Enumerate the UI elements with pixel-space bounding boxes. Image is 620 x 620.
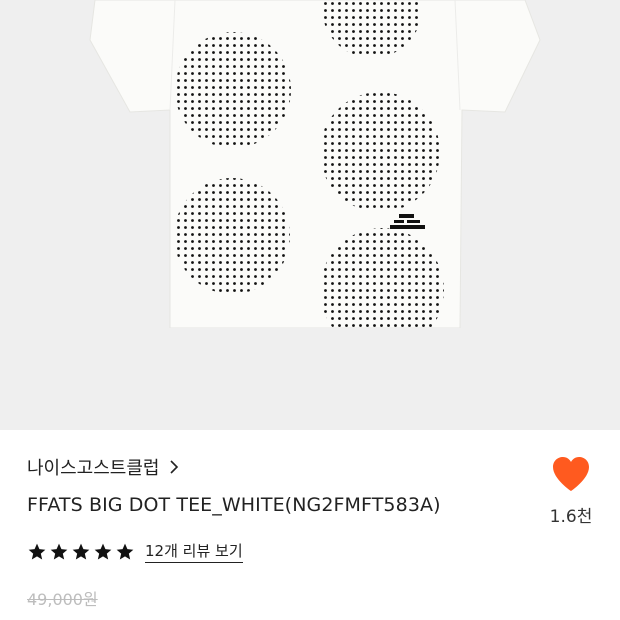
star-icon [28, 543, 46, 559]
rating-row: 12개 리뷰 보기 [27, 540, 243, 563]
like-button[interactable]: 1.6천 [540, 456, 602, 527]
brand-name: 나이스고스트클럽 [27, 458, 160, 479]
star-icon [50, 543, 68, 559]
star-icon [72, 543, 90, 559]
product-detail-page: 나이스고스트클럽 FFATS BIG DOT TEE_WHITE(NG2FMFT… [0, 0, 620, 620]
chevron-right-icon [167, 460, 181, 474]
brand-link[interactable]: 나이스고스트클럽 [27, 454, 181, 480]
rating-stars [27, 542, 135, 562]
tshirt-illustration [0, 0, 620, 430]
product-info: 나이스고스트클럽 FFATS BIG DOT TEE_WHITE(NG2FMFT… [0, 430, 620, 620]
product-title: FFATS BIG DOT TEE_WHITE(NG2FMFT583A) [27, 494, 441, 516]
like-count: 1.6천 [549, 507, 593, 527]
review-link[interactable]: 12개 리뷰 보기 [145, 540, 243, 563]
star-icon [116, 543, 134, 559]
star-icon [94, 543, 112, 559]
product-image[interactable] [0, 0, 620, 430]
original-price: 49,000원 [27, 590, 98, 609]
heart-icon [553, 457, 589, 491]
